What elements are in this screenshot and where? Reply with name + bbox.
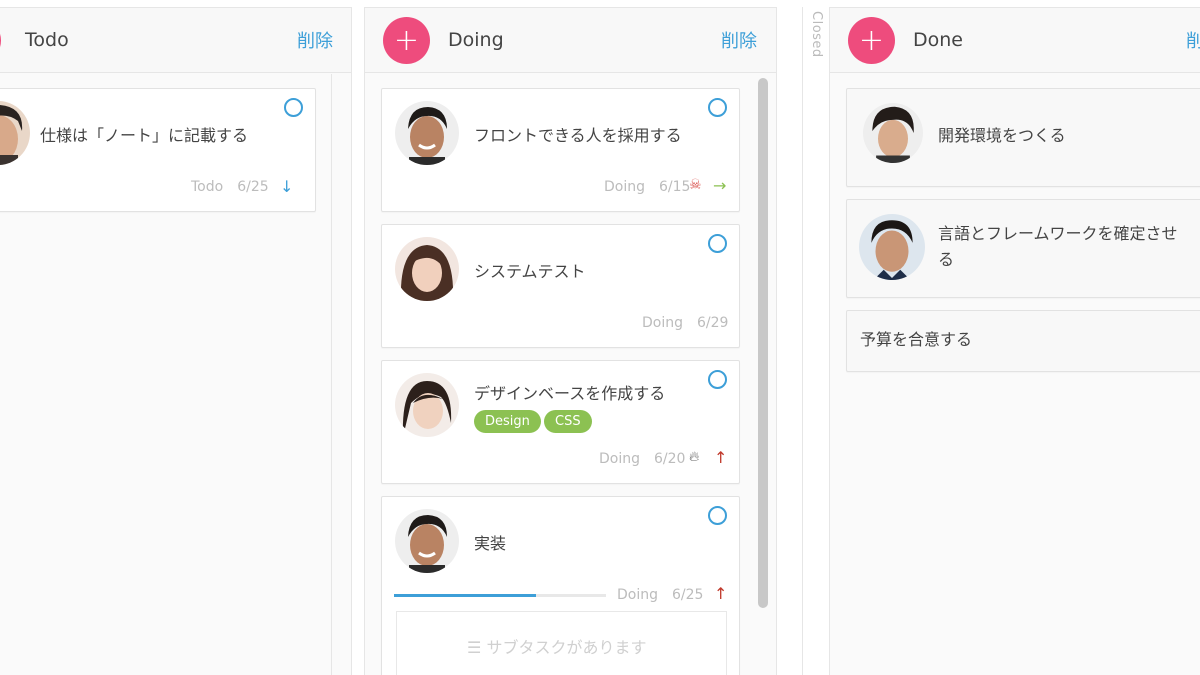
arrow-right-icon: → — [713, 176, 727, 195]
card-todo-1[interactable]: 仕様は「ノート」に記載する Todo 6/25 ↓ — [0, 88, 316, 212]
arrow-up-icon: ↑ — [714, 448, 728, 467]
delete-column-button-doing[interactable]: 削除 — [721, 27, 757, 53]
delete-column-button-todo[interactable]: 削除 — [297, 27, 333, 53]
column-header-doing: + Doing 削除 — [365, 8, 776, 73]
tag-label[interactable]: CSS — [544, 410, 592, 433]
card-title: 仕様は「ノート」に記載する — [40, 126, 249, 145]
column-todo: + Todo 削除 仕様は「ノート」に記載する Todo 6/25 ↓ — [0, 7, 352, 675]
card-meta: Doing 6/25 — [617, 587, 703, 603]
closed-label: Closed — [809, 11, 824, 58]
card-meta: Doing 6/29 — [642, 315, 728, 331]
avatar — [395, 237, 459, 301]
due-date: 6/29 — [697, 315, 729, 331]
column-header-todo: + Todo 削除 — [0, 8, 351, 73]
progress-bar — [394, 594, 606, 597]
avatar — [863, 103, 923, 163]
card-done-3[interactable]: 予算を合意する — [846, 310, 1200, 372]
card-title: システムテスト — [474, 262, 586, 281]
card-meta: Doing 6/15 — [604, 179, 690, 195]
list-icon: ☰ — [467, 638, 487, 657]
avatar — [395, 101, 459, 165]
subtask-area[interactable]: ☰ サブタスクがあります — [396, 611, 727, 675]
status-label: Doing — [599, 451, 640, 467]
complete-circle-icon[interactable] — [708, 506, 727, 525]
tag-label[interactable]: Design — [474, 410, 541, 433]
plus-icon: + — [393, 22, 420, 58]
card-meta: Todo 6/25 — [191, 179, 269, 195]
card-doing-3[interactable]: デザインベースを作成する Design CSS Doing 6/20 🔥︎ ↑ — [381, 360, 740, 484]
subtask-label: サブタスクがあります — [486, 638, 647, 657]
avatar — [0, 101, 30, 165]
card-title: 開発環境をつくる — [938, 126, 1066, 145]
complete-circle-icon[interactable] — [284, 98, 303, 117]
delete-column-button-done[interactable]: 削除 — [1186, 27, 1200, 53]
scrollbar-thumb[interactable] — [758, 78, 768, 608]
due-date: 6/20 — [654, 451, 686, 467]
due-date: 6/25 — [237, 179, 269, 195]
plus-icon: + — [858, 22, 885, 58]
status-label: Doing — [617, 587, 658, 603]
arrow-down-icon: ↓ — [280, 177, 294, 196]
subtask-placeholder: ☰ サブタスクがあります — [467, 634, 646, 658]
column-title-done: Done — [913, 29, 963, 51]
card-meta: Doing 6/20 — [599, 451, 685, 467]
card-title: フロントできる人を採用する — [474, 126, 682, 145]
card-title: 予算を合意する — [860, 330, 973, 349]
column-title-doing: Doing — [448, 29, 504, 51]
card-title: 実装 — [474, 534, 507, 553]
complete-circle-icon[interactable] — [708, 98, 727, 117]
avatar — [395, 373, 459, 437]
avatar — [395, 509, 459, 573]
column-done: + Done 削除 開発環境をつくる 言語とフレームワークを確定させる — [829, 7, 1200, 675]
card-done-2[interactable]: 言語とフレームワークを確定させる — [846, 199, 1200, 298]
due-date: 6/15 — [659, 179, 691, 195]
column-title-todo: Todo — [25, 29, 69, 51]
avatar — [859, 214, 925, 280]
arrow-up-icon: ↑ — [714, 584, 728, 603]
column-doing: + Doing 削除 フロントできる人を採用する Doing 6/15 ☠ → — [364, 7, 777, 675]
closed-strip[interactable]: Closed — [802, 7, 829, 675]
status-label: Doing — [604, 179, 645, 195]
card-done-1[interactable]: 開発環境をつくる — [846, 88, 1200, 187]
status-label: Doing — [642, 315, 683, 331]
add-card-button-doing[interactable]: + — [383, 17, 430, 64]
card-doing-2[interactable]: システムテスト Doing 6/29 — [381, 224, 740, 348]
column-divider — [331, 74, 332, 675]
add-card-button-done[interactable]: + — [848, 17, 895, 64]
fire-icon: 🔥︎ — [689, 449, 700, 465]
card-title: 言語とフレームワークを確定させる — [938, 224, 1178, 269]
add-card-button-todo[interactable]: + — [0, 17, 1, 64]
column-header-done: + Done 削除 — [830, 8, 1200, 73]
skull-icon: ☠ — [689, 177, 702, 193]
card-doing-1[interactable]: フロントできる人を採用する Doing 6/15 ☠ → — [381, 88, 740, 212]
complete-circle-icon[interactable] — [708, 234, 727, 253]
progress-fill — [394, 594, 537, 597]
complete-circle-icon[interactable] — [708, 370, 727, 389]
card-title: デザインベースを作成する — [474, 384, 666, 403]
status-label: Todo — [191, 179, 224, 195]
card-doing-4[interactable]: 実装 Doing 6/25 ↑ ☰ サブタスクがあります — [381, 496, 740, 675]
due-date: 6/25 — [672, 587, 704, 603]
